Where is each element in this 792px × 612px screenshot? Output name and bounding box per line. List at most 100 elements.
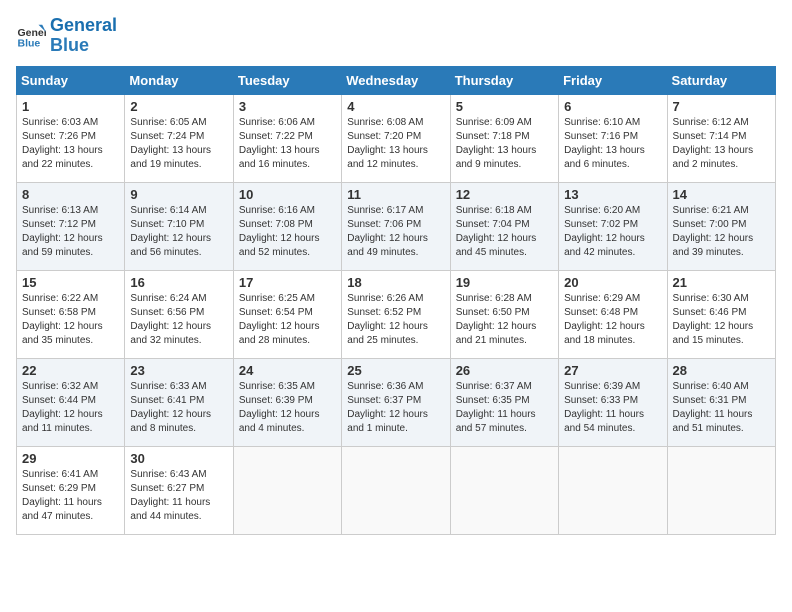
calendar-cell: 13 Sunrise: 6:20 AMSunset: 7:02 PMDaylig… [559, 182, 667, 270]
calendar-cell: 7 Sunrise: 6:12 AMSunset: 7:14 PMDayligh… [667, 94, 775, 182]
calendar-row: 22 Sunrise: 6:32 AMSunset: 6:44 PMDaylig… [17, 358, 776, 446]
calendar-cell: 3 Sunrise: 6:06 AMSunset: 7:22 PMDayligh… [233, 94, 341, 182]
calendar-cell: 19 Sunrise: 6:28 AMSunset: 6:50 PMDaylig… [450, 270, 558, 358]
day-info: Sunrise: 6:20 AMSunset: 7:02 PMDaylight:… [564, 204, 661, 260]
calendar-cell: 4 Sunrise: 6:08 AMSunset: 7:20 PMDayligh… [342, 94, 450, 182]
day-info: Sunrise: 6:25 AMSunset: 6:54 PMDaylight:… [239, 292, 336, 348]
day-info: Sunrise: 6:39 AMSunset: 6:33 PMDaylight:… [564, 380, 661, 436]
day-number: 30 [130, 451, 227, 466]
logo-icon: General Blue [16, 21, 46, 51]
day-info: Sunrise: 6:28 AMSunset: 6:50 PMDaylight:… [456, 292, 553, 348]
calendar-row: 15 Sunrise: 6:22 AMSunset: 6:58 PMDaylig… [17, 270, 776, 358]
calendar-cell: 15 Sunrise: 6:22 AMSunset: 6:58 PMDaylig… [17, 270, 125, 358]
calendar-row: 29 Sunrise: 6:41 AMSunset: 6:29 PMDaylig… [17, 446, 776, 534]
day-info: Sunrise: 6:03 AMSunset: 7:26 PMDaylight:… [22, 116, 119, 172]
day-number: 2 [130, 99, 227, 114]
day-info: Sunrise: 6:33 AMSunset: 6:41 PMDaylight:… [130, 380, 227, 436]
calendar-cell [667, 446, 775, 534]
day-number: 8 [22, 187, 119, 202]
day-info: Sunrise: 6:26 AMSunset: 6:52 PMDaylight:… [347, 292, 444, 348]
calendar-cell: 23 Sunrise: 6:33 AMSunset: 6:41 PMDaylig… [125, 358, 233, 446]
col-friday: Friday [559, 66, 667, 94]
day-number: 4 [347, 99, 444, 114]
logo-text: GeneralBlue [50, 16, 117, 56]
day-info: Sunrise: 6:35 AMSunset: 6:39 PMDaylight:… [239, 380, 336, 436]
logo: General Blue GeneralBlue [16, 16, 117, 56]
day-number: 5 [456, 99, 553, 114]
day-number: 12 [456, 187, 553, 202]
day-info: Sunrise: 6:08 AMSunset: 7:20 PMDaylight:… [347, 116, 444, 172]
day-number: 15 [22, 275, 119, 290]
calendar-cell: 28 Sunrise: 6:40 AMSunset: 6:31 PMDaylig… [667, 358, 775, 446]
day-number: 24 [239, 363, 336, 378]
calendar-row: 1 Sunrise: 6:03 AMSunset: 7:26 PMDayligh… [17, 94, 776, 182]
day-info: Sunrise: 6:41 AMSunset: 6:29 PMDaylight:… [22, 468, 119, 524]
day-number: 25 [347, 363, 444, 378]
calendar-cell: 10 Sunrise: 6:16 AMSunset: 7:08 PMDaylig… [233, 182, 341, 270]
calendar-cell: 22 Sunrise: 6:32 AMSunset: 6:44 PMDaylig… [17, 358, 125, 446]
calendar-cell: 6 Sunrise: 6:10 AMSunset: 7:16 PMDayligh… [559, 94, 667, 182]
day-info: Sunrise: 6:12 AMSunset: 7:14 PMDaylight:… [673, 116, 770, 172]
day-info: Sunrise: 6:29 AMSunset: 6:48 PMDaylight:… [564, 292, 661, 348]
day-number: 26 [456, 363, 553, 378]
day-number: 13 [564, 187, 661, 202]
day-info: Sunrise: 6:18 AMSunset: 7:04 PMDaylight:… [456, 204, 553, 260]
col-sunday: Sunday [17, 66, 125, 94]
day-number: 1 [22, 99, 119, 114]
day-info: Sunrise: 6:21 AMSunset: 7:00 PMDaylight:… [673, 204, 770, 260]
day-info: Sunrise: 6:05 AMSunset: 7:24 PMDaylight:… [130, 116, 227, 172]
col-monday: Monday [125, 66, 233, 94]
col-wednesday: Wednesday [342, 66, 450, 94]
day-info: Sunrise: 6:24 AMSunset: 6:56 PMDaylight:… [130, 292, 227, 348]
day-info: Sunrise: 6:10 AMSunset: 7:16 PMDaylight:… [564, 116, 661, 172]
day-info: Sunrise: 6:09 AMSunset: 7:18 PMDaylight:… [456, 116, 553, 172]
calendar-cell: 27 Sunrise: 6:39 AMSunset: 6:33 PMDaylig… [559, 358, 667, 446]
day-info: Sunrise: 6:37 AMSunset: 6:35 PMDaylight:… [456, 380, 553, 436]
day-number: 20 [564, 275, 661, 290]
day-number: 6 [564, 99, 661, 114]
calendar-cell [233, 446, 341, 534]
calendar-cell: 9 Sunrise: 6:14 AMSunset: 7:10 PMDayligh… [125, 182, 233, 270]
col-thursday: Thursday [450, 66, 558, 94]
calendar-cell: 8 Sunrise: 6:13 AMSunset: 7:12 PMDayligh… [17, 182, 125, 270]
day-info: Sunrise: 6:16 AMSunset: 7:08 PMDaylight:… [239, 204, 336, 260]
calendar-cell [342, 446, 450, 534]
day-info: Sunrise: 6:40 AMSunset: 6:31 PMDaylight:… [673, 380, 770, 436]
day-number: 9 [130, 187, 227, 202]
calendar-cell: 20 Sunrise: 6:29 AMSunset: 6:48 PMDaylig… [559, 270, 667, 358]
day-number: 29 [22, 451, 119, 466]
day-number: 19 [456, 275, 553, 290]
day-number: 16 [130, 275, 227, 290]
day-number: 22 [22, 363, 119, 378]
calendar-cell: 2 Sunrise: 6:05 AMSunset: 7:24 PMDayligh… [125, 94, 233, 182]
calendar-cell: 14 Sunrise: 6:21 AMSunset: 7:00 PMDaylig… [667, 182, 775, 270]
day-number: 23 [130, 363, 227, 378]
calendar-cell: 24 Sunrise: 6:35 AMSunset: 6:39 PMDaylig… [233, 358, 341, 446]
header-row: Sunday Monday Tuesday Wednesday Thursday… [17, 66, 776, 94]
page-header: General Blue GeneralBlue [16, 16, 776, 56]
calendar-row: 8 Sunrise: 6:13 AMSunset: 7:12 PMDayligh… [17, 182, 776, 270]
day-info: Sunrise: 6:30 AMSunset: 6:46 PMDaylight:… [673, 292, 770, 348]
calendar-cell: 18 Sunrise: 6:26 AMSunset: 6:52 PMDaylig… [342, 270, 450, 358]
day-number: 27 [564, 363, 661, 378]
calendar-cell: 5 Sunrise: 6:09 AMSunset: 7:18 PMDayligh… [450, 94, 558, 182]
day-number: 28 [673, 363, 770, 378]
day-number: 7 [673, 99, 770, 114]
calendar-cell: 25 Sunrise: 6:36 AMSunset: 6:37 PMDaylig… [342, 358, 450, 446]
calendar-cell: 26 Sunrise: 6:37 AMSunset: 6:35 PMDaylig… [450, 358, 558, 446]
day-info: Sunrise: 6:22 AMSunset: 6:58 PMDaylight:… [22, 292, 119, 348]
col-tuesday: Tuesday [233, 66, 341, 94]
day-number: 11 [347, 187, 444, 202]
day-info: Sunrise: 6:36 AMSunset: 6:37 PMDaylight:… [347, 380, 444, 436]
day-info: Sunrise: 6:43 AMSunset: 6:27 PMDaylight:… [130, 468, 227, 524]
day-info: Sunrise: 6:32 AMSunset: 6:44 PMDaylight:… [22, 380, 119, 436]
calendar-cell: 30 Sunrise: 6:43 AMSunset: 6:27 PMDaylig… [125, 446, 233, 534]
day-info: Sunrise: 6:06 AMSunset: 7:22 PMDaylight:… [239, 116, 336, 172]
col-saturday: Saturday [667, 66, 775, 94]
calendar-cell: 21 Sunrise: 6:30 AMSunset: 6:46 PMDaylig… [667, 270, 775, 358]
day-number: 18 [347, 275, 444, 290]
day-info: Sunrise: 6:14 AMSunset: 7:10 PMDaylight:… [130, 204, 227, 260]
calendar-cell: 1 Sunrise: 6:03 AMSunset: 7:26 PMDayligh… [17, 94, 125, 182]
day-info: Sunrise: 6:13 AMSunset: 7:12 PMDaylight:… [22, 204, 119, 260]
day-number: 10 [239, 187, 336, 202]
